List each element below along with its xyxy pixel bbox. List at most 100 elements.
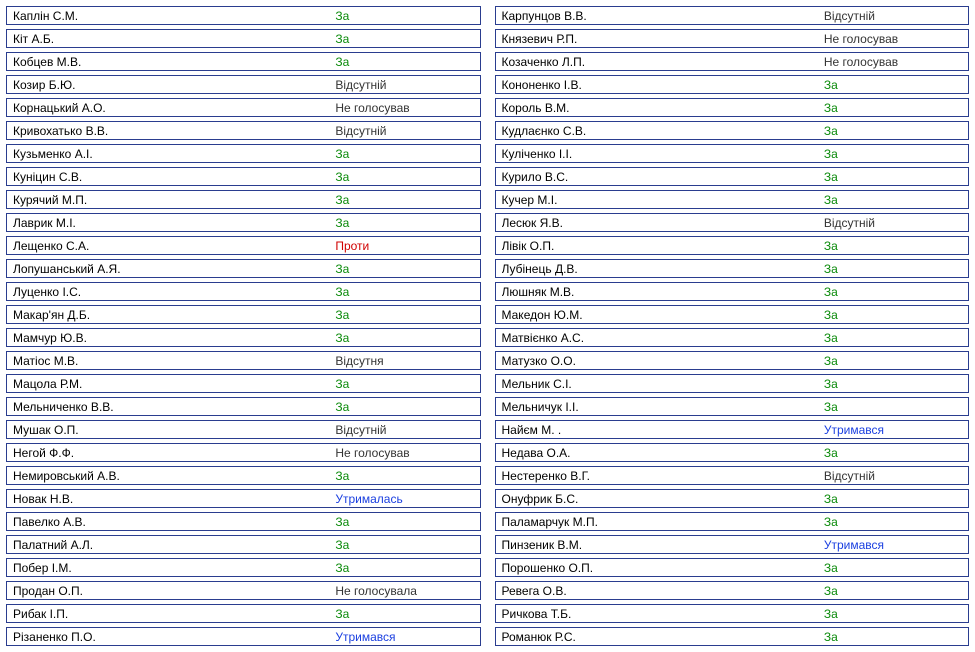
deputy-vote: Відсутній [335, 78, 473, 92]
deputy-name: Романюк Р.С. [502, 630, 824, 644]
deputy-name: Карпунцов В.В. [502, 9, 824, 23]
vote-row: Кононенко І.В.За [495, 75, 970, 94]
deputy-vote: Утримався [824, 423, 962, 437]
deputy-vote: За [824, 377, 962, 391]
deputy-vote: Утрималась [335, 492, 473, 506]
deputy-vote: Утримався [335, 630, 473, 644]
vote-row: Козаченко Л.П.Не голосував [495, 52, 970, 71]
deputy-vote: За [335, 377, 473, 391]
deputy-vote: За [824, 515, 962, 529]
vote-row: Лівік О.П.За [495, 236, 970, 255]
vote-row: Побер І.М.За [6, 558, 481, 577]
deputy-vote: За [335, 285, 473, 299]
deputy-name: Мельник С.І. [502, 377, 824, 391]
deputy-vote: Відсутній [335, 423, 473, 437]
deputy-vote: За [824, 308, 962, 322]
deputy-name: Негой Ф.Ф. [13, 446, 335, 460]
deputy-vote: За [335, 561, 473, 575]
deputy-name: Люшняк М.В. [502, 285, 824, 299]
deputy-name: Рибак І.П. [13, 607, 335, 621]
deputy-vote: За [824, 262, 962, 276]
vote-row: Македон Ю.М.За [495, 305, 970, 324]
vote-row: Палатний А.Л.За [6, 535, 481, 554]
deputy-name: Кудлаєнко С.В. [502, 124, 824, 138]
vote-row: Порошенко О.П.За [495, 558, 970, 577]
vote-row: Луценко І.С.За [6, 282, 481, 301]
deputy-name: Кузьменко А.І. [13, 147, 335, 161]
deputy-name: Різаненко П.О. [13, 630, 335, 644]
deputy-vote: За [824, 78, 962, 92]
vote-row: Мельниченко В.В.За [6, 397, 481, 416]
deputy-name: Лівік О.П. [502, 239, 824, 253]
vote-row: Кузьменко А.І.За [6, 144, 481, 163]
vote-row: Лещенко С.А.Проти [6, 236, 481, 255]
deputy-vote: За [335, 9, 473, 23]
deputy-vote: За [335, 607, 473, 621]
deputy-name: Матвієнко А.С. [502, 331, 824, 345]
deputy-vote: За [824, 630, 962, 644]
vote-row: Кудлаєнко С.В.За [495, 121, 970, 140]
deputy-name: Палатний А.Л. [13, 538, 335, 552]
vote-row: Курило В.С.За [495, 167, 970, 186]
vote-row: Лубінець Д.В.За [495, 259, 970, 278]
deputy-vote: Відсутній [824, 216, 962, 230]
deputy-name: Матіос М.В. [13, 354, 335, 368]
vote-row: Макар'ян Д.Б.За [6, 305, 481, 324]
deputy-name: Побер І.М. [13, 561, 335, 575]
deputy-name: Козир Б.Ю. [13, 78, 335, 92]
deputy-vote: Відсутній [824, 469, 962, 483]
deputy-name: Нестеренко В.Г. [502, 469, 824, 483]
vote-row: Кобцев М.В.За [6, 52, 481, 71]
vote-row: Недава О.А.За [495, 443, 970, 462]
deputy-vote: Проти [335, 239, 473, 253]
vote-row: Негой Ф.Ф.Не голосував [6, 443, 481, 462]
vote-row: Куліченко І.І.За [495, 144, 970, 163]
deputy-vote: За [335, 515, 473, 529]
deputy-vote: За [824, 492, 962, 506]
deputy-vote: За [824, 239, 962, 253]
vote-row: Онуфрик Б.С.За [495, 489, 970, 508]
deputy-name: Ревега О.В. [502, 584, 824, 598]
deputy-vote: За [824, 331, 962, 345]
deputy-name: Матузко О.О. [502, 354, 824, 368]
deputy-name: Кононенко І.В. [502, 78, 824, 92]
deputy-name: Князевич Р.П. [502, 32, 824, 46]
deputy-vote: За [824, 584, 962, 598]
vote-row: Романюк Р.С.За [495, 627, 970, 646]
deputy-name: Куліченко І.І. [502, 147, 824, 161]
deputy-vote: За [335, 400, 473, 414]
deputy-name: Найєм М. . [502, 423, 824, 437]
deputy-vote: Не голосував [824, 32, 962, 46]
deputy-name: Козаченко Л.П. [502, 55, 824, 69]
deputy-vote: Відсутній [824, 9, 962, 23]
deputy-vote: За [824, 170, 962, 184]
deputy-name: Мельничук І.І. [502, 400, 824, 414]
vote-row: Ревега О.В.За [495, 581, 970, 600]
vote-row: Нестеренко В.Г.Відсутній [495, 466, 970, 485]
vote-row: Рибак І.П.За [6, 604, 481, 623]
deputy-name: Мацола Р.М. [13, 377, 335, 391]
vote-table: Каплін С.М.ЗаКіт А.Б.ЗаКобцев М.В.ЗаКози… [6, 6, 969, 646]
deputy-name: Мельниченко В.В. [13, 400, 335, 414]
deputy-name: Король В.М. [502, 101, 824, 115]
deputy-name: Курячий М.П. [13, 193, 335, 207]
deputy-name: Мушак О.П. [13, 423, 335, 437]
vote-row: Куніцин С.В.За [6, 167, 481, 186]
deputy-vote: За [335, 170, 473, 184]
deputy-vote: За [335, 262, 473, 276]
deputy-vote: За [824, 561, 962, 575]
vote-row: Князевич Р.П.Не голосував [495, 29, 970, 48]
deputy-name: Онуфрик Б.С. [502, 492, 824, 506]
deputy-name: Корнацький А.О. [13, 101, 335, 115]
vote-row: Король В.М.За [495, 98, 970, 117]
deputy-vote: За [824, 285, 962, 299]
deputy-name: Лаврик М.І. [13, 216, 335, 230]
deputy-vote: За [824, 124, 962, 138]
vote-row: Люшняк М.В.За [495, 282, 970, 301]
deputy-vote: Не голосувала [335, 584, 473, 598]
vote-row: Матіос М.В.Відсутня [6, 351, 481, 370]
deputy-name: Макар'ян Д.Б. [13, 308, 335, 322]
vote-row: Лаврик М.І.За [6, 213, 481, 232]
deputy-vote: За [824, 193, 962, 207]
vote-row: Найєм М. .Утримався [495, 420, 970, 439]
